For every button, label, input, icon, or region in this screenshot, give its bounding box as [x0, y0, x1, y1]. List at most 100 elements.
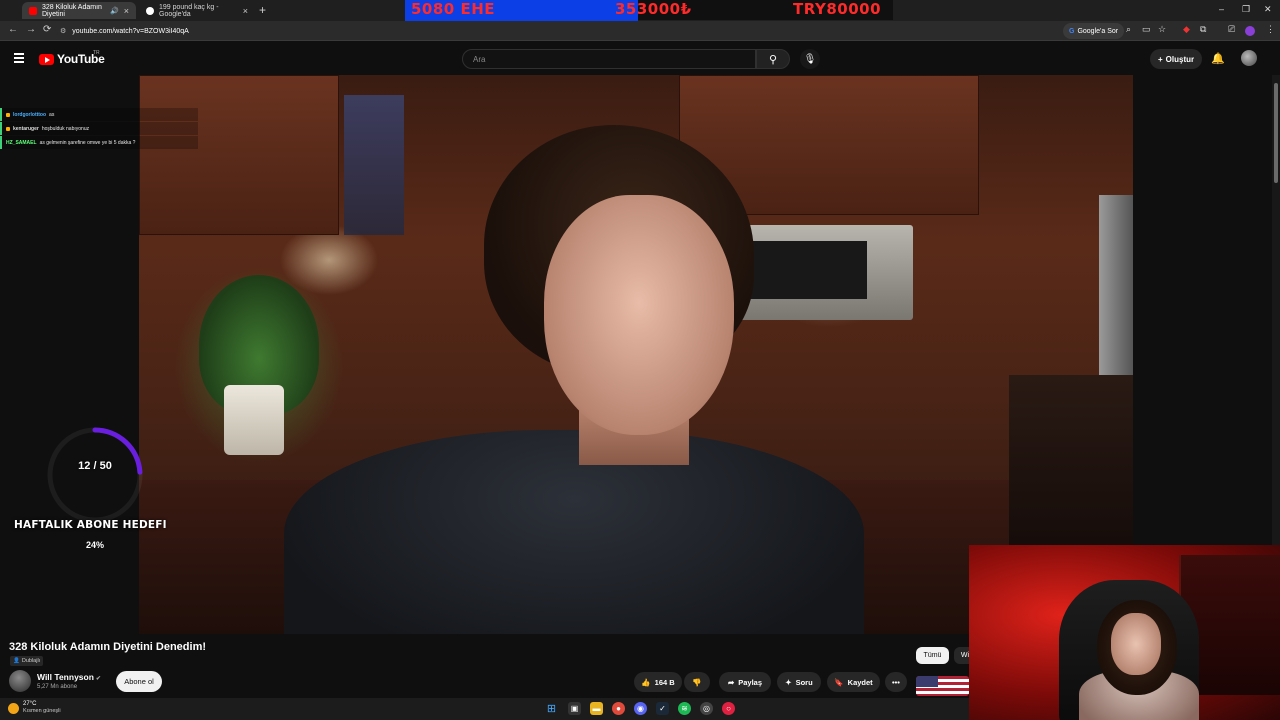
- chat-text: hoşbulduk nabıyonuz: [41, 125, 90, 132]
- weather-temp: 27°C: [23, 701, 37, 707]
- goal-count: 12 / 50: [78, 460, 112, 472]
- share-icon: ➦: [727, 677, 735, 687]
- subscribe-button[interactable]: Abone ol: [116, 671, 162, 692]
- stream-overlay-bar: 5080 EHE 353000₺ TRY80000: [405, 0, 893, 28]
- chip-all[interactable]: Tümü: [916, 647, 949, 664]
- sun-icon: [8, 702, 19, 714]
- spotify-icon[interactable]: ≋: [678, 702, 691, 715]
- cast-icon[interactable]: ⎚: [1228, 24, 1235, 35]
- save-button[interactable]: 🔖 Kaydet: [827, 672, 880, 692]
- scene-vase: [224, 385, 284, 455]
- bell-icon[interactable]: 🔔: [1211, 52, 1225, 65]
- chrome-icon[interactable]: ●: [612, 702, 625, 715]
- bookmark-star-icon[interactable]: ☆: [1158, 24, 1166, 35]
- obs-icon[interactable]: ◎: [700, 702, 713, 715]
- overlay-mid-text: 353000₺: [615, 0, 692, 18]
- discord-icon[interactable]: ◉: [634, 702, 647, 715]
- tab-title: 328 Kiloluk Adamın Diyetini: [42, 3, 102, 18]
- app-icon[interactable]: ○: [722, 702, 735, 715]
- create-button[interactable]: + Oluştur: [1150, 49, 1203, 69]
- back-icon[interactable]: ←: [8, 24, 18, 35]
- country-code: TR: [93, 50, 100, 56]
- search-input[interactable]: Ara: [462, 49, 756, 69]
- chat-badge-icon: [6, 126, 10, 131]
- bookmark-icon: 🔖: [834, 677, 844, 687]
- account-avatar[interactable]: [1241, 50, 1257, 66]
- tab-close-icon[interactable]: ×: [243, 6, 248, 16]
- site-info-icon[interactable]: ⚙: [60, 27, 66, 35]
- youtube-play-icon: [39, 53, 54, 65]
- voice-search-button[interactable]: 🎙: [800, 49, 820, 69]
- steam-icon[interactable]: ✓: [656, 702, 669, 715]
- search-placeholder: Ara: [473, 54, 486, 64]
- google-sor-button[interactable]: G Google'a Sor: [1063, 23, 1125, 39]
- more-icon: •••: [892, 677, 900, 687]
- search-icon: ⚲: [768, 53, 778, 66]
- channel-subscribers: 5,27 Mn abone: [37, 684, 78, 690]
- chat-text: as gelmenin şarefine omwe ye bi 5 dakka …: [39, 139, 136, 146]
- install-icon[interactable]: ▭: [1142, 24, 1151, 35]
- reload-icon[interactable]: ⟳: [43, 24, 51, 35]
- windows-start-icon[interactable]: ⊞: [545, 702, 558, 715]
- sparkle-icon: ✦: [785, 677, 792, 687]
- chat-user: HZ_SAMAEL: [6, 139, 37, 146]
- forward-icon[interactable]: →: [26, 24, 36, 35]
- mic-icon: 🎙: [803, 53, 817, 65]
- more-actions-button[interactable]: •••: [885, 672, 907, 692]
- channel-name[interactable]: Will Tennyson ✔: [37, 672, 101, 682]
- create-label: Oluştur: [1165, 54, 1195, 64]
- hamburger-icon[interactable]: [14, 53, 24, 63]
- tab-title: 199 pound kaç kg - Google'da: [159, 3, 219, 18]
- extension-icon[interactable]: ◆: [1183, 24, 1190, 35]
- goal-title: HAFTALIK ABONE HEDEFI: [14, 519, 167, 531]
- youtube-favicon-icon: [29, 6, 37, 15]
- related-video-thumbnail[interactable]: [916, 676, 969, 696]
- chat-message: lordgorlotttoo as: [0, 108, 198, 121]
- youtube-header: YouTube TR Ara ⚲ 🎙 + Oluştur 🔔: [0, 41, 1280, 75]
- thumbs-up-icon: 👍: [641, 677, 651, 687]
- channel-name-text: Will Tennyson: [37, 672, 94, 682]
- goal-progress-arc: [47, 427, 143, 523]
- person-face: [544, 195, 734, 435]
- chat-message: HZ_SAMAEL as gelmenin şarefine omwe ye b…: [0, 136, 198, 149]
- page-scrollbar[interactable]: [1272, 75, 1280, 545]
- profile-avatar-icon[interactable]: [1245, 26, 1255, 36]
- google-favicon-icon: [146, 6, 154, 15]
- chat-user: kentaruger: [13, 125, 39, 132]
- address-bar-row: ← → ⟳ ⚙ youtube.com/watch?v=BZOW3iI40qA …: [0, 21, 1280, 41]
- file-explorer-icon[interactable]: ▬: [590, 702, 603, 715]
- ask-button[interactable]: ✦ Soru: [777, 672, 821, 692]
- window-close-icon[interactable]: ✕: [1264, 4, 1272, 15]
- chat-user: lordgorlotttoo: [13, 111, 47, 118]
- browser-tab-google[interactable]: 199 pound kaç kg - Google'da ×: [139, 2, 255, 19]
- search-button[interactable]: ⚲: [756, 49, 790, 69]
- task-view-icon[interactable]: ▣: [568, 702, 581, 715]
- url-input[interactable]: ⚙ youtube.com/watch?v=BZOW3iI40qA: [60, 23, 1130, 39]
- browser-tab-youtube[interactable]: 328 Kiloluk Adamın Diyetini 🔊 ×: [22, 2, 136, 19]
- thumbs-down-icon: 👎: [692, 677, 702, 687]
- person-body: [284, 430, 864, 634]
- streamer-face: [1111, 613, 1161, 675]
- new-tab-button[interactable]: +: [259, 3, 266, 17]
- zoom-icon[interactable]: ⌕: [1126, 24, 1131, 35]
- extensions-puzzle-icon[interactable]: ⧉: [1200, 24, 1206, 35]
- minimize-icon[interactable]: –: [1219, 4, 1224, 14]
- speaker-icon[interactable]: 🔊: [110, 7, 119, 15]
- channel-avatar[interactable]: [9, 670, 31, 692]
- dub-icon: 👤: [13, 658, 20, 664]
- share-button[interactable]: ➦ Paylaş: [719, 672, 771, 692]
- windows-taskbar: 27°C Kısmen güneşli ⊞ ▣ ▬ ● ◉ ✓ ≋ ◎ ○: [0, 698, 969, 720]
- like-count: 164 B: [654, 677, 675, 687]
- scene-window: [344, 95, 404, 235]
- weather-widget[interactable]: 27°C Kısmen güneşli: [8, 701, 61, 715]
- tab-close-icon[interactable]: ×: [124, 6, 129, 16]
- dislike-button[interactable]: 👎: [684, 672, 710, 692]
- google-sor-label: Google'a Sor: [1077, 27, 1119, 35]
- like-button[interactable]: 👍 164 B: [634, 672, 682, 692]
- scene-microwave: [733, 225, 913, 320]
- browser-menu-icon[interactable]: ⋮: [1266, 24, 1275, 35]
- scrollbar-thumb[interactable]: [1274, 83, 1278, 183]
- chat-text: as: [49, 111, 55, 118]
- plus-icon: +: [1158, 54, 1163, 64]
- restore-icon[interactable]: ❐: [1242, 4, 1250, 15]
